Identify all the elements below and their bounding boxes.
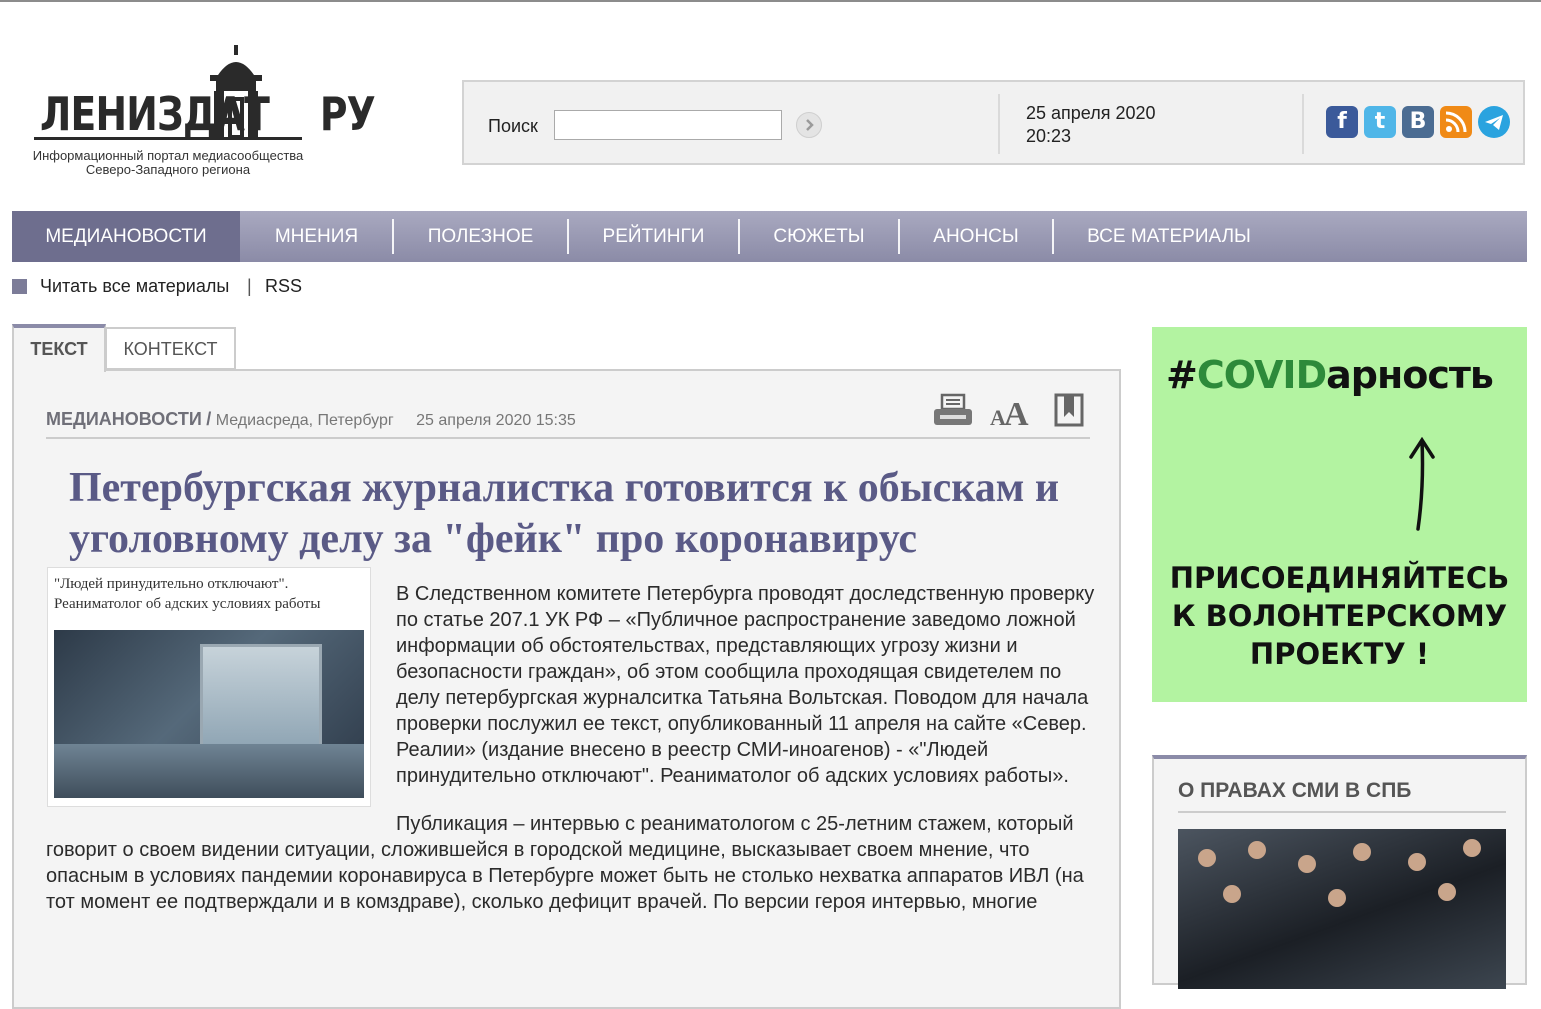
tab-text[interactable]: ТЕКСТ	[12, 324, 106, 372]
current-datetime: 25 апреля 2020 20:23	[1026, 102, 1156, 148]
vk-icon[interactable]: B	[1402, 106, 1434, 138]
facebook-icon[interactable]: f	[1326, 106, 1358, 138]
print-icon[interactable]	[932, 393, 974, 429]
rubric-separator: /	[206, 409, 212, 429]
link-separator: |	[247, 276, 252, 296]
paragraph: Публикация – интервью с реаниматологом с…	[46, 813, 1084, 913]
search-submit-button[interactable]	[796, 112, 822, 138]
nav-item-stories[interactable]: СЮЖЕТЫ	[740, 211, 898, 262]
article-meta: МЕДИАНОВОСТИ / Медиасреда, Петербург 25 …	[46, 409, 576, 430]
article-tags[interactable]: Медиасреда, Петербург	[216, 412, 394, 429]
svg-text:A: A	[1004, 396, 1029, 429]
logo-wordmark: ЛЕНИЗДАТ РУ	[40, 87, 376, 141]
photo-detail	[1298, 855, 1316, 873]
header-divider	[998, 94, 1000, 154]
article-title: Петербургская журналистка готовится к об…	[69, 465, 1060, 562]
current-date: 25 апреля 2020	[1026, 103, 1156, 123]
telegram-icon[interactable]	[1478, 106, 1510, 138]
photo-detail	[1328, 889, 1346, 907]
widget-divider	[1178, 811, 1506, 813]
chevron-right-icon	[806, 119, 814, 131]
tab-context[interactable]: КОНТЕКСТ	[105, 327, 236, 370]
nav-item-ratings[interactable]: РЕЙТИНГИ	[569, 211, 738, 262]
read-all-link[interactable]: Читать все материалы	[40, 276, 229, 297]
nav-item-announcements[interactable]: АНОНСЫ	[900, 211, 1052, 262]
rss-icon[interactable]	[1440, 106, 1472, 138]
protest-photo[interactable]	[1178, 829, 1506, 989]
photo-detail	[1463, 839, 1481, 857]
photo-detail	[1408, 853, 1426, 871]
nav-item-all-materials[interactable]: ВСЕ МАТЕРИАЛЫ	[1054, 211, 1284, 262]
bookmark-icon[interactable]	[1054, 393, 1084, 429]
figure-spacer	[46, 581, 396, 813]
covid-call-to-action: Присоединяйтесь к волонтерскому проекту …	[1169, 561, 1510, 671]
rss-link[interactable]: RSS	[265, 276, 302, 297]
covid-volunteer-banner[interactable]: #COVIDарность Присоединяйтесь к волонтер…	[1152, 327, 1527, 702]
search-input[interactable]	[554, 110, 782, 140]
rss-glyph	[1445, 111, 1467, 133]
arrow-up-icon	[1409, 437, 1435, 531]
header-divider	[1302, 94, 1304, 154]
current-time: 20:23	[1026, 126, 1072, 146]
article-date: 25 апреля 2020 15:35	[416, 412, 576, 429]
paper-plane-glyph	[1485, 115, 1503, 130]
nav-item-opinions[interactable]: МНЕНИЯ	[240, 211, 393, 262]
photo-detail	[1223, 885, 1241, 903]
article-rubric[interactable]: МЕДИАНОВОСТИ	[46, 409, 202, 429]
meta-divider	[46, 437, 1090, 439]
photo-detail	[1438, 883, 1456, 901]
main-nav: МЕДИАНОВОСТИ МНЕНИЯ ПОЛЕЗНОЕ РЕЙТИНГИ СЮ…	[12, 211, 1527, 262]
nav-item-useful[interactable]: ПОЛЕЗНОЕ	[394, 211, 567, 262]
photo-detail	[1353, 843, 1371, 861]
logo-subtitle: Информационный портал медиасообщества Се…	[32, 148, 304, 177]
media-rights-widget: О ПРАВАХ СМИ В СПБ	[1152, 755, 1527, 989]
bullet-square-icon	[12, 279, 27, 294]
top-border	[0, 0, 1541, 2]
twitter-icon[interactable]: t	[1364, 106, 1396, 138]
logo-underline	[34, 137, 302, 140]
article-body: В Следственном комитете Петербурга прово…	[46, 581, 1096, 937]
nav-item-medianews[interactable]: МЕДИАНОВОСТИ	[12, 211, 240, 262]
font-size-icon[interactable]: A A	[990, 393, 1036, 429]
site-logo[interactable]: ЛЕНИЗДАТ РУ Информационный портал медиасо…	[18, 45, 376, 185]
photo-detail	[1198, 849, 1216, 867]
article-panel: МЕДИАНОВОСТИ / Медиасреда, Петербург 25 …	[12, 369, 1121, 1009]
widget-title[interactable]: О ПРАВАХ СМИ В СПБ	[1178, 779, 1411, 803]
header-panel: Поиск 25 апреля 2020 20:23 f t B	[462, 80, 1525, 165]
search-label: Поиск	[488, 116, 538, 136]
photo-detail	[1248, 841, 1266, 859]
covid-hashtag: #COVIDарность	[1166, 353, 1494, 397]
